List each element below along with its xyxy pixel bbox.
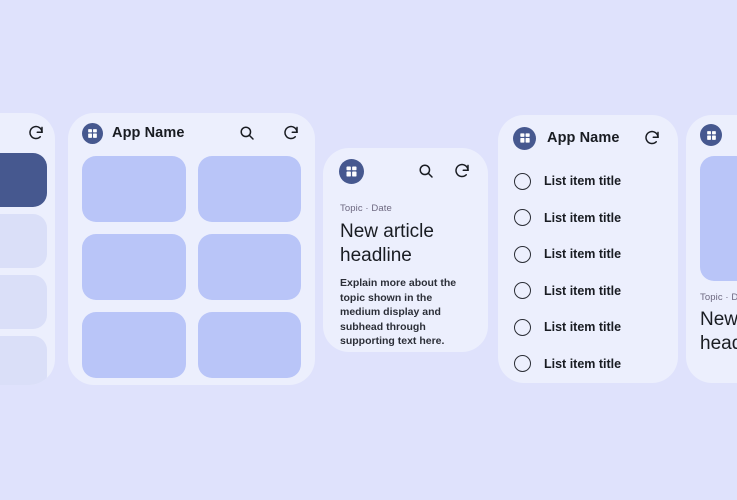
clipped-list-card-left[interactable] — [0, 113, 55, 385]
circle-icon — [514, 209, 531, 227]
rail-app-bar — [0, 113, 55, 153]
grid-card[interactable]: App Name — [68, 113, 315, 385]
list-item-label: List item title — [544, 247, 622, 262]
article-headline-line-1: New — [700, 309, 737, 330]
list-app-bar: App Name — [498, 115, 678, 161]
refresh-icon[interactable] — [281, 123, 301, 143]
article-headline-line-2: headl — [700, 333, 737, 354]
canvas: App Name Topic · Date New article headli… — [0, 0, 737, 500]
rail-row[interactable] — [0, 214, 47, 268]
list-item-label: List item title — [544, 320, 622, 335]
list-item[interactable]: List item title — [498, 236, 678, 273]
list-item-label: List item title — [544, 356, 622, 371]
grid-tile[interactable] — [197, 234, 301, 300]
circle-icon — [514, 245, 531, 263]
app-icon — [82, 122, 103, 144]
app-icon — [700, 124, 722, 146]
clipped-article-card-right[interactable]: Topic · Da New headl — [686, 115, 737, 383]
grid-tile[interactable] — [82, 156, 186, 222]
list-item-label: List item title — [544, 283, 622, 298]
list-card[interactable]: App Name List item title List item title… — [498, 115, 678, 383]
search-icon[interactable] — [416, 161, 436, 181]
grid-tile[interactable] — [197, 156, 301, 222]
list-item[interactable]: List item title — [498, 200, 678, 237]
refresh-icon[interactable] — [452, 161, 472, 181]
circle-icon — [514, 355, 531, 373]
list-item[interactable]: List item title — [498, 163, 678, 200]
article-meta: Topic · Da — [700, 292, 737, 303]
image-placeholder — [700, 156, 737, 281]
circle-icon — [514, 282, 531, 300]
grid-tile-container — [68, 153, 315, 385]
grid-tile[interactable] — [82, 312, 186, 378]
app-name-label: App Name — [547, 130, 620, 146]
app-name-label: App Name — [112, 125, 185, 141]
rail-row[interactable] — [0, 275, 47, 329]
article-supporting-text: Explain more about the topic shown in th… — [340, 277, 457, 347]
grid-tile[interactable] — [197, 312, 301, 378]
rail-row-selected[interactable] — [0, 153, 47, 207]
list-body: List item title List item title List ite… — [498, 161, 678, 382]
article-app-bar — [323, 148, 488, 194]
rail-row-list — [0, 153, 55, 385]
list-item[interactable]: List item title — [498, 273, 678, 310]
circle-icon — [514, 172, 531, 190]
article-meta: Topic · Date — [340, 203, 392, 214]
grid-tile[interactable] — [82, 234, 186, 300]
right-article-body: Topic · Da New headl — [686, 281, 737, 356]
circle-icon — [514, 318, 531, 336]
refresh-icon[interactable] — [27, 124, 45, 142]
article-body: Topic · Date New article headline Explai… — [323, 194, 488, 349]
list-item-label: List item title — [544, 210, 622, 225]
list-item[interactable]: List item title — [498, 346, 678, 383]
list-item[interactable]: List item title — [498, 309, 678, 346]
refresh-icon[interactable] — [642, 128, 662, 148]
article-headline: New article headline — [340, 221, 434, 266]
grid-app-bar: App Name — [68, 113, 315, 153]
rail-row[interactable] — [0, 336, 47, 385]
right-app-bar — [686, 115, 737, 155]
article-card[interactable]: Topic · Date New article headline Explai… — [323, 148, 488, 352]
search-icon[interactable] — [237, 123, 257, 143]
app-icon — [339, 158, 364, 184]
app-icon — [513, 126, 536, 150]
list-item-label: List item title — [544, 174, 622, 189]
